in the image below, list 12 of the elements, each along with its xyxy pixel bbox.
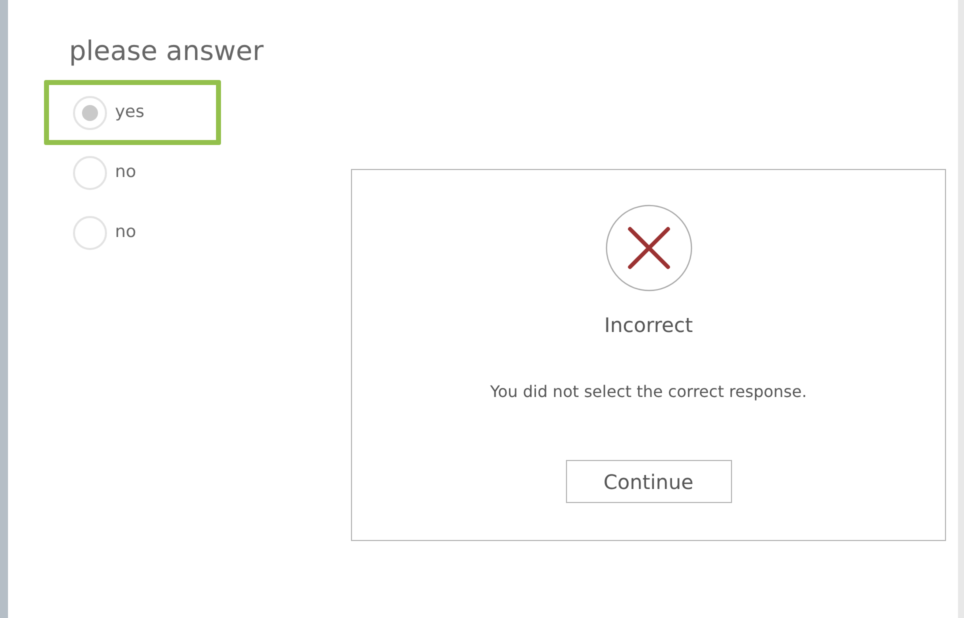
- cross-icon: [604, 204, 692, 292]
- question-title: please answer: [69, 35, 265, 69]
- option-label: yes: [115, 100, 144, 124]
- continue-button[interactable]: Continue: [566, 460, 732, 503]
- option-label: no: [115, 220, 136, 244]
- answer-option[interactable]: yes: [44, 80, 221, 145]
- option-label: no: [115, 160, 136, 184]
- radio-button[interactable]: [73, 216, 107, 250]
- radio-button[interactable]: [73, 96, 107, 130]
- radio-button[interactable]: [73, 156, 107, 190]
- feedback-title: Incorrect: [604, 312, 693, 339]
- feedback-message: You did not select the correct response.: [490, 381, 807, 403]
